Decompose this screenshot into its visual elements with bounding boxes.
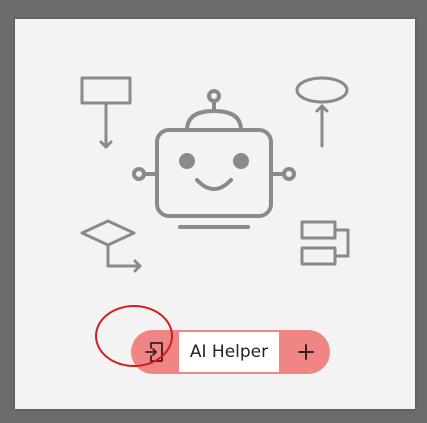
file-import-icon bbox=[145, 342, 163, 362]
plugin-control-pill: AI Helper bbox=[131, 330, 330, 374]
robot-icon bbox=[132, 89, 296, 229]
flowchart-stack-icon bbox=[300, 220, 350, 266]
flowchart-terminal-icon bbox=[295, 76, 349, 148]
add-button[interactable] bbox=[281, 330, 330, 374]
robot-flowchart-illustration bbox=[80, 76, 350, 273]
plugin-name-label: AI Helper bbox=[179, 332, 279, 372]
flowchart-process-icon bbox=[80, 76, 132, 149]
import-button[interactable] bbox=[131, 330, 179, 374]
flowchart-decision-icon bbox=[80, 219, 142, 273]
plugin-card: AI Helper bbox=[15, 19, 415, 409]
plus-icon bbox=[297, 344, 314, 360]
